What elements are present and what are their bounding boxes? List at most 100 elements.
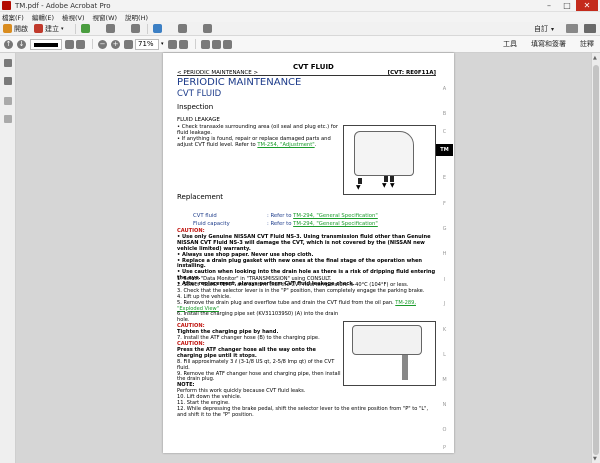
- section-tab[interactable]: E: [436, 175, 453, 181]
- vertical-scrollbar[interactable]: ▲ ▼: [591, 53, 600, 463]
- zoom-select[interactable]: 71%: [135, 38, 159, 50]
- arrow-down-icon: ▼: [356, 184, 361, 191]
- signatures-icon[interactable]: [4, 115, 12, 123]
- window-title: TM.pdf - Adobe Acrobat Pro: [15, 1, 111, 10]
- sign-icon[interactable]: [222, 39, 232, 49]
- layout-icon[interactable]: [566, 24, 578, 33]
- menu-window[interactable]: 視窗(W): [93, 12, 118, 22]
- transaxle-drawing: [354, 131, 414, 176]
- fullscreen-icon[interactable]: [584, 24, 596, 33]
- next-page-icon[interactable]: ↓: [17, 39, 26, 49]
- oil-pan-drawing: [352, 325, 422, 355]
- section-tab[interactable]: C: [436, 129, 453, 135]
- page-number-input[interactable]: [30, 38, 62, 50]
- main-toolbar: 開啟 建立 ▾: [0, 22, 600, 36]
- pdf-page: CVT FLUID < PERIODIC MAINTENANCE > [CVT:…: [163, 53, 454, 453]
- prev-page-icon[interactable]: ↑: [4, 39, 13, 49]
- maximize-button[interactable]: □: [558, 0, 576, 11]
- spec-reference: : Refer to TM-294, "General Specificatio…: [267, 221, 378, 227]
- changer-hose-drawing: [402, 355, 408, 380]
- settings-icon[interactable]: [152, 24, 162, 33]
- fit-page-icon[interactable]: [167, 39, 177, 49]
- spec-reference: : Refer to TM-294, "General Specificatio…: [267, 213, 378, 219]
- page-thumbnails-icon[interactable]: [4, 59, 12, 67]
- section-tab[interactable]: F: [436, 201, 453, 207]
- section-index-tabs: A B C TM E F G H I J K L M N O P: [436, 53, 453, 453]
- folder-icon: [3, 24, 12, 33]
- menu-file[interactable]: 檔案(F): [2, 12, 24, 22]
- redacted-page-number: [34, 42, 58, 47]
- menu-view[interactable]: 檢視(V): [62, 12, 85, 22]
- caution-text: Press the ATF changer hose all the way o…: [177, 346, 317, 359]
- menu-edit[interactable]: 編輯(E): [32, 12, 54, 22]
- fluid-leakage-heading: FLUID LEAKAGE: [177, 117, 220, 123]
- step-item: 9. Remove the ATF changer hose and charg…: [177, 370, 341, 383]
- zoom-in-icon[interactable]: +: [111, 39, 120, 49]
- toolbar-divider: [146, 23, 148, 34]
- scroll-down-icon[interactable]: ▼: [593, 456, 597, 462]
- section-tab[interactable]: P: [436, 445, 453, 451]
- zoom-out-icon[interactable]: −: [98, 39, 107, 49]
- select-tool-icon[interactable]: [65, 39, 74, 49]
- toolbar-divider: [92, 39, 93, 49]
- acrobat-icon: [2, 1, 11, 10]
- comment-link[interactable]: 註釋: [580, 39, 594, 49]
- open-button[interactable]: 開啟: [3, 24, 28, 34]
- section-tab[interactable]: A: [436, 86, 453, 92]
- customize-dropdown[interactable]: 自訂 ▾: [534, 24, 554, 34]
- create-button[interactable]: 建立 ▾: [34, 24, 64, 34]
- inspection-heading: Inspection: [177, 103, 214, 111]
- email-icon[interactable]: [130, 24, 140, 33]
- charging-pipe-illustration: [343, 321, 436, 386]
- general-spec-link[interactable]: TM-294, "General Specification": [293, 213, 378, 219]
- close-button[interactable]: ✕: [576, 0, 598, 11]
- share-icon[interactable]: [202, 24, 212, 33]
- section-tab[interactable]: O: [436, 427, 453, 433]
- highlight-icon[interactable]: [200, 39, 210, 49]
- fit-width-icon[interactable]: [178, 39, 188, 49]
- spec-label: CVT fluid: [193, 213, 217, 219]
- create-pdf-icon: [34, 24, 43, 33]
- marquee-zoom-icon[interactable]: [124, 39, 133, 49]
- title-bar: TM.pdf - Adobe Acrobat Pro – □ ✕: [0, 0, 600, 12]
- section-tab[interactable]: B: [436, 111, 453, 117]
- header-rule: [177, 75, 436, 76]
- tools-link[interactable]: 工具: [503, 39, 517, 49]
- comment-icon[interactable]: [177, 24, 187, 33]
- subsection-heading: CVT FLUID: [177, 89, 222, 99]
- arrow-down-icon: ▼: [390, 182, 395, 189]
- scroll-up-icon[interactable]: ▲: [593, 55, 597, 61]
- section-tab[interactable]: I: [436, 277, 453, 283]
- scrollbar-thumb[interactable]: [593, 65, 599, 455]
- section-tab[interactable]: G: [436, 226, 453, 232]
- section-tab[interactable]: K: [436, 327, 453, 333]
- step-item: 12. While depressing the brake pedal, sh…: [177, 405, 429, 418]
- bookmarks-icon[interactable]: [4, 77, 12, 85]
- menu-bar: 檔案(F) 編輯(E) 檢視(V) 視窗(W) 說明(H): [0, 12, 600, 22]
- inspection-bullet: • Check transaxle surrounding area (oil …: [177, 124, 338, 136]
- section-tab[interactable]: M: [436, 377, 453, 383]
- menu-help[interactable]: 說明(H): [125, 12, 148, 22]
- section-tab[interactable]: L: [436, 352, 453, 358]
- section-tab[interactable]: N: [436, 402, 453, 408]
- print-icon[interactable]: [105, 24, 115, 33]
- arrow-down-icon: ▼: [382, 182, 387, 189]
- section-tab-active[interactable]: TM: [436, 144, 453, 156]
- toolbar-divider: [194, 39, 196, 49]
- step-item: 8. Fill approximately 3 ℓ (3-1/8 US qt, …: [177, 358, 335, 371]
- general-spec-link[interactable]: TM-294, "General Specification": [293, 221, 378, 227]
- adjustment-link[interactable]: TM-254, "Adjustment": [257, 142, 314, 148]
- replacement-heading: Replacement: [177, 193, 223, 201]
- save-icon[interactable]: [80, 24, 90, 33]
- section-tab[interactable]: H: [436, 251, 453, 257]
- sticky-note-icon[interactable]: [211, 39, 221, 49]
- fill-sign-link[interactable]: 填寫和簽署: [531, 39, 566, 49]
- chevron-down-icon: ▾: [550, 25, 554, 33]
- drain-plug-illustration: ▼ ▼ ▼: [343, 125, 436, 195]
- navigation-pane: [0, 53, 16, 463]
- section-tab[interactable]: J: [436, 301, 453, 307]
- caution-item: • Use only Genuine NISSAN CVT Fluid NS-3…: [177, 233, 431, 252]
- hand-tool-icon[interactable]: [76, 39, 85, 49]
- attachments-icon[interactable]: [4, 97, 12, 105]
- minimize-button[interactable]: –: [540, 0, 558, 11]
